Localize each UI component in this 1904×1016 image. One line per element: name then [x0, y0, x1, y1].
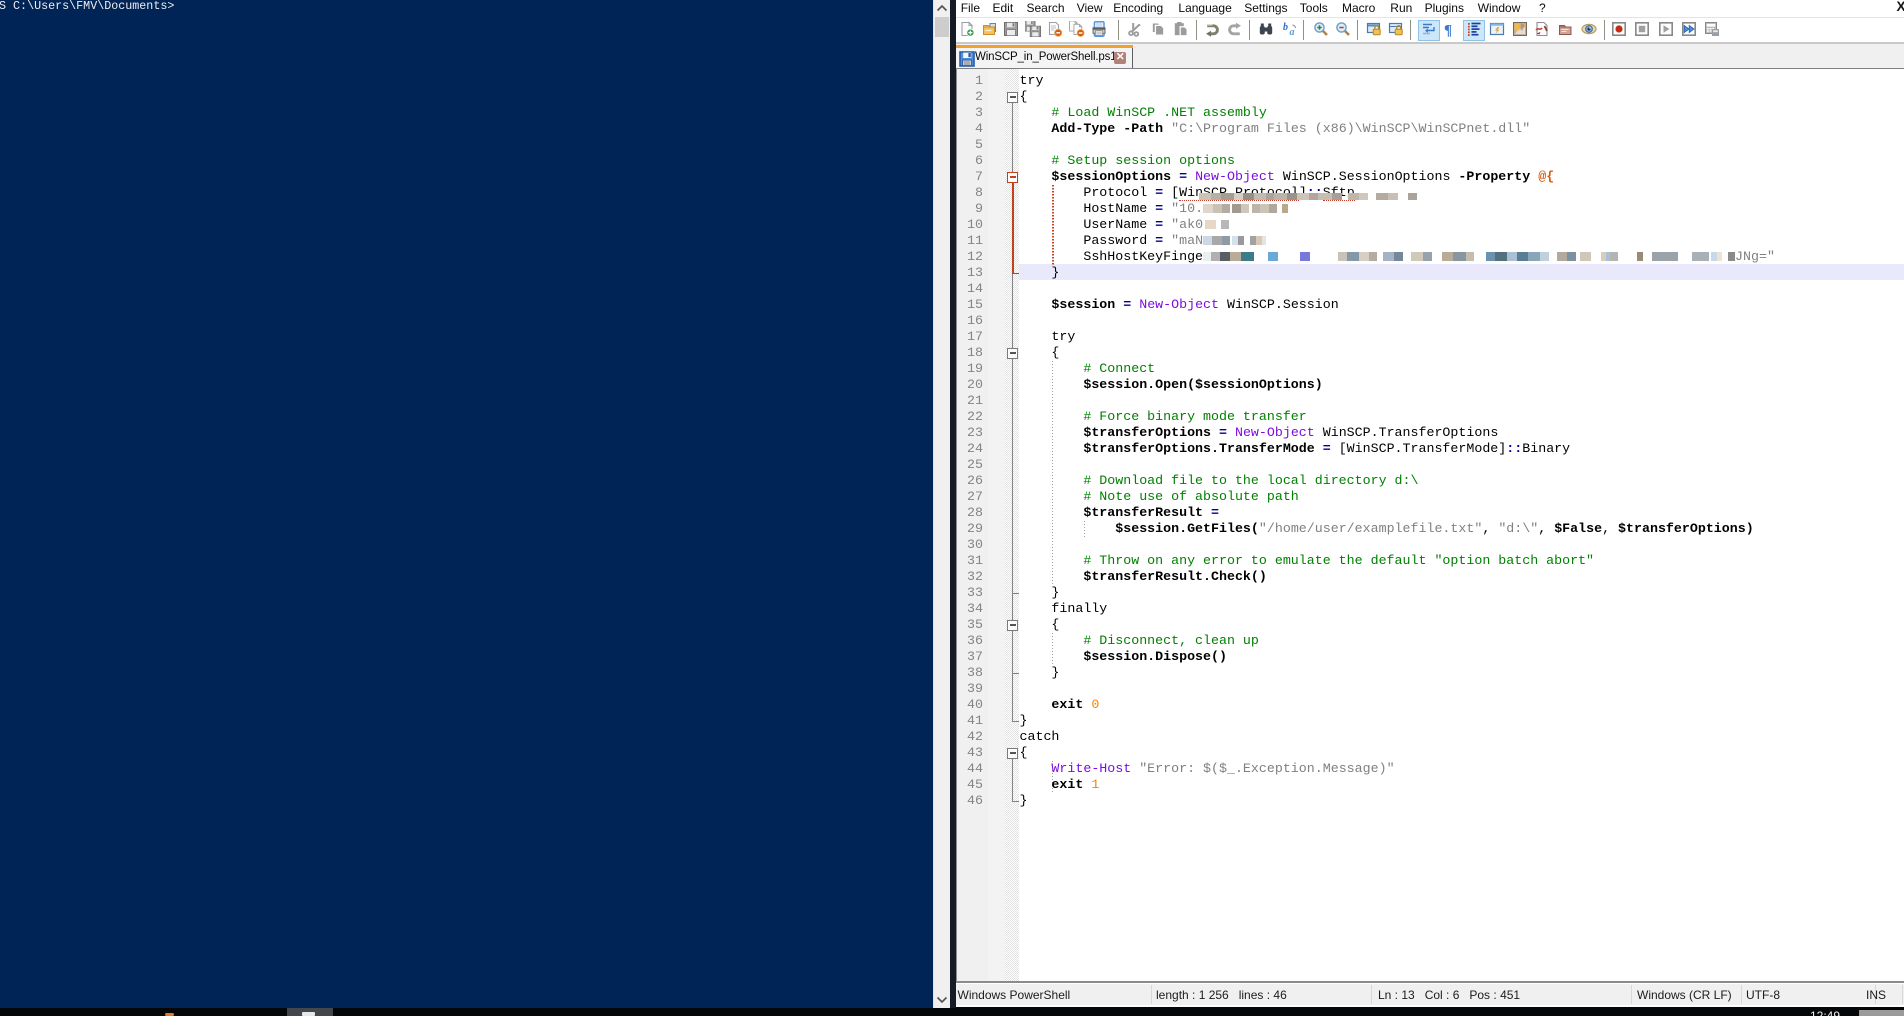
svg-text:b: b	[1283, 22, 1288, 33]
svg-text:¶: ¶	[1444, 23, 1452, 38]
svg-text:a: a	[1289, 27, 1294, 37]
